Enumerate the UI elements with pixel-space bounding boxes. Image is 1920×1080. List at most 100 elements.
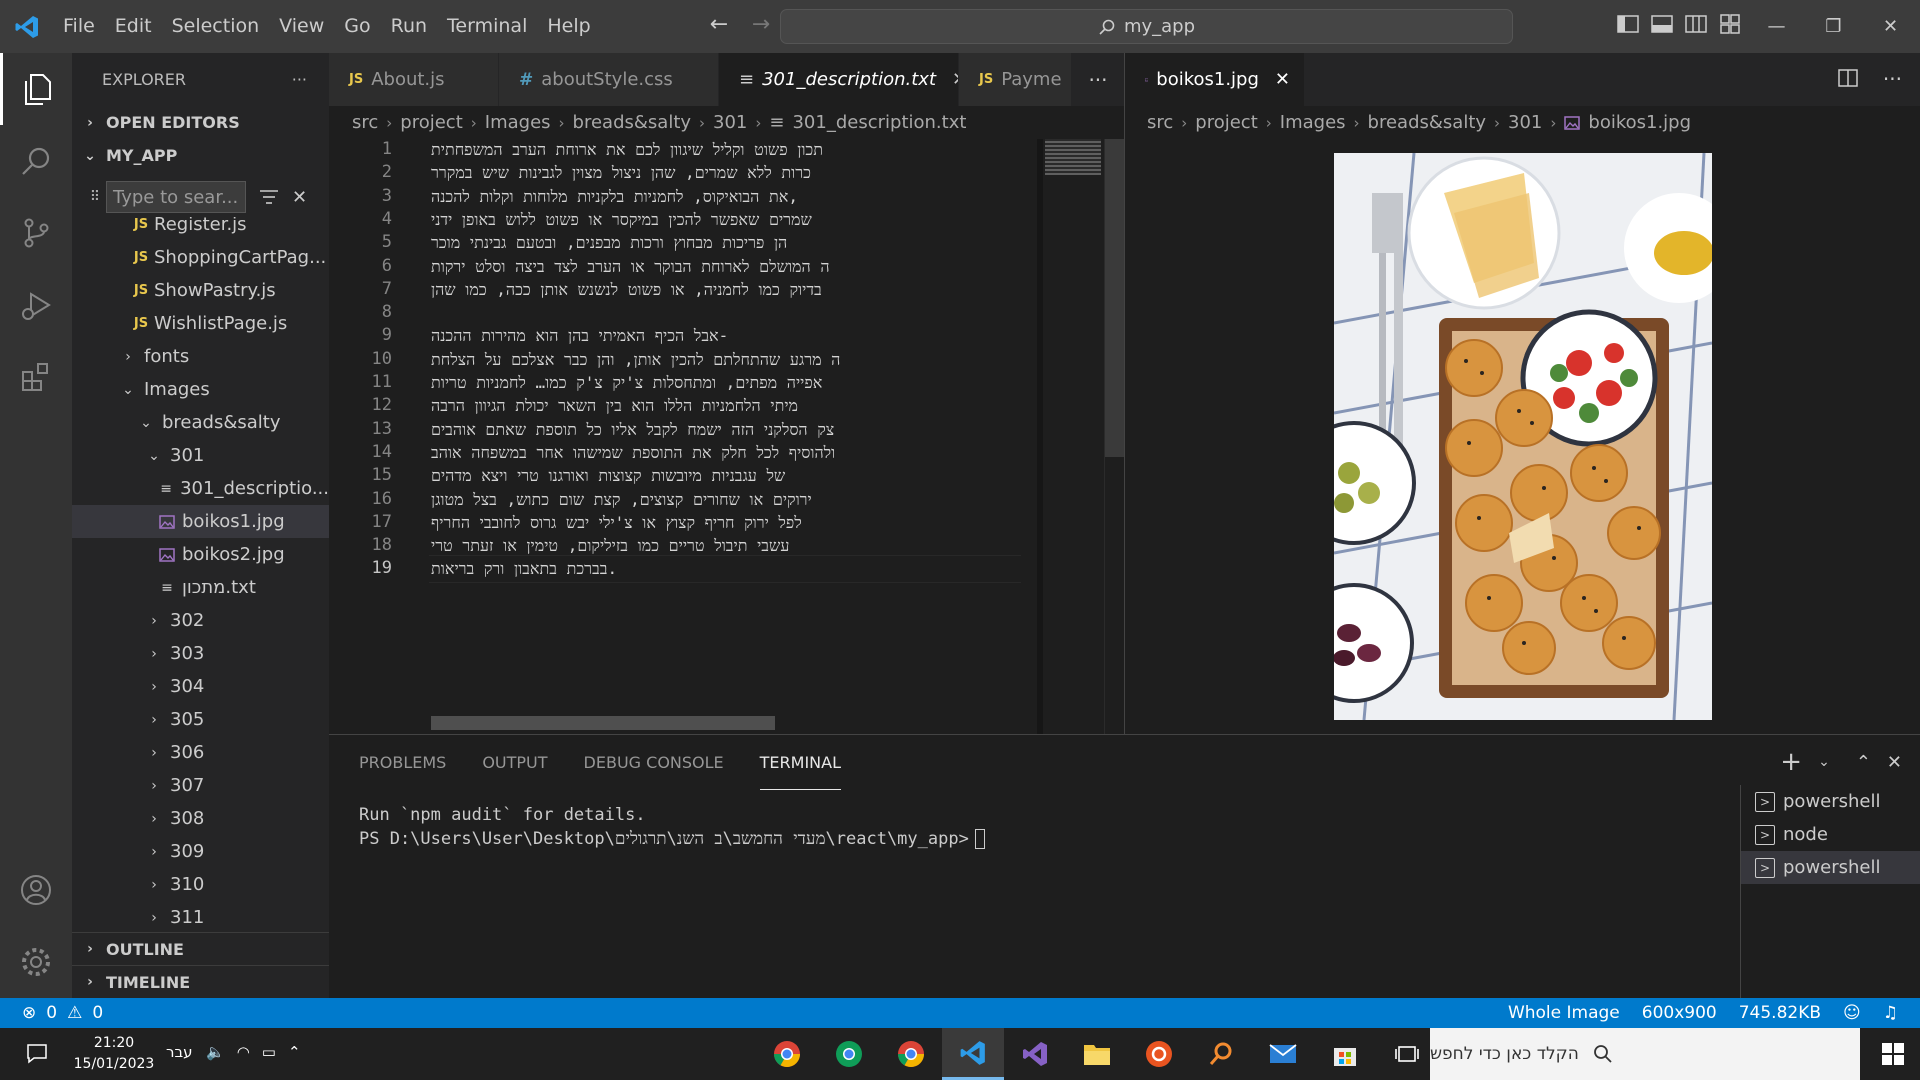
extensions-icon[interactable] — [0, 341, 72, 413]
tree-folder-302[interactable]: › 302 — [72, 604, 329, 637]
search-activity-icon[interactable] — [0, 125, 72, 197]
breadcrumb-item[interactable]: project — [400, 112, 462, 133]
timeline-section[interactable]: › TIMELINE — [72, 965, 329, 998]
tab-301-description[interactable]: ≡ 301_description.txt ✕ — [719, 53, 959, 106]
tab-about-js[interactable]: JS About.js — [329, 53, 499, 106]
breadcrumb-item[interactable]: 301 — [1508, 112, 1542, 133]
close-tab-icon[interactable]: ✕ — [952, 69, 958, 90]
settings-gear-icon[interactable] — [0, 926, 72, 998]
tree-file-boikos2[interactable]: boikos2.jpg — [72, 538, 329, 571]
breadcrumb-item[interactable]: breads&salty — [1368, 112, 1487, 133]
tree-file-301-description[interactable]: ≡ 301_descriptio... — [72, 472, 329, 505]
command-center-search[interactable]: my_app — [780, 9, 1513, 44]
notifications-bell-icon[interactable]: ♫ — [1883, 1003, 1898, 1023]
clock[interactable]: 21:20 15/01/2023 — [72, 1033, 156, 1075]
show-hidden-icons-icon[interactable]: ⌃ — [288, 1043, 301, 1061]
filter-options-icon[interactable] — [252, 186, 286, 208]
menu-terminal[interactable]: Terminal — [437, 0, 537, 53]
maximize-panel-icon[interactable]: ⌃ — [1856, 752, 1871, 773]
tree-folder-fonts[interactable]: › fonts — [72, 340, 329, 373]
windows-start-icon[interactable] — [1866, 1028, 1920, 1080]
tree-file-boikos1[interactable]: boikos1.jpg — [72, 505, 329, 538]
zoom-mode[interactable]: Whole Image — [1508, 1003, 1620, 1023]
tree-folder-306[interactable]: › 306 — [72, 736, 329, 769]
battery-icon[interactable]: ▭ — [262, 1043, 276, 1061]
file-explorer-app-icon[interactable] — [1066, 1028, 1128, 1080]
tree-folder-305[interactable]: › 305 — [72, 703, 329, 736]
breadcrumb-item[interactable]: 301_description.txt — [792, 112, 966, 133]
breadcrumb-item[interactable]: 301 — [713, 112, 747, 133]
filter-input[interactable]: Type to sear... — [106, 181, 246, 213]
close-filter-icon[interactable]: ✕ — [292, 187, 307, 208]
tab-payment[interactable]: JS Payme — [959, 53, 1072, 106]
chrome-app-icon[interactable] — [756, 1028, 818, 1080]
tab-boikos1-jpg[interactable]: boikos1.jpg ✕ — [1125, 53, 1305, 106]
tree-folder-310[interactable]: › 310 — [72, 868, 329, 901]
source-control-icon[interactable] — [0, 197, 72, 269]
split-editor-icon[interactable] — [1837, 67, 1859, 89]
editor-more-icon[interactable]: ··· — [1883, 67, 1902, 91]
tab-debug-console[interactable]: DEBUG CONSOLE — [584, 735, 724, 790]
menu-help[interactable]: Help — [537, 0, 600, 53]
visual-studio-app-icon[interactable] — [1004, 1028, 1066, 1080]
breadcrumb-item[interactable]: breads&salty — [573, 112, 692, 133]
terminal-instance[interactable]: > node — [1741, 818, 1920, 851]
project-section[interactable]: ⌄ MY_APP — [72, 139, 329, 172]
tree-file-showpastry[interactable]: JS ShowPastry.js — [72, 274, 329, 307]
open-editors-section[interactable]: › OPEN EDITORS — [72, 106, 329, 139]
terminal-prompt[interactable]: PS D:\Users\User\Desktop\מעדי החמשב\ב הש… — [359, 829, 985, 849]
horizontal-scrollbar[interactable] — [431, 716, 775, 730]
store-app-icon[interactable] — [1314, 1028, 1376, 1080]
tab-problems[interactable]: PROBLEMS — [359, 735, 446, 790]
toggle-primary-sidebar-icon[interactable] — [1616, 12, 1640, 36]
notification-center-icon[interactable] — [26, 1042, 48, 1064]
back-arrow-icon[interactable]: ← — [706, 12, 732, 38]
minimize-icon[interactable]: — — [1748, 0, 1805, 53]
breadcrumb-item[interactable]: Images — [1280, 112, 1346, 133]
menu-edit[interactable]: Edit — [105, 0, 162, 53]
tree-folder-307[interactable]: › 307 — [72, 769, 329, 802]
image-preview[interactable] — [1334, 153, 1712, 720]
search-app-icon[interactable] — [1190, 1028, 1252, 1080]
tab-terminal[interactable]: TERMINAL — [759, 735, 842, 790]
more-tabs-icon[interactable]: ··· — [1072, 53, 1124, 106]
forward-arrow-icon[interactable]: → — [748, 12, 774, 38]
tree-folder-images[interactable]: ⌄ Images — [72, 373, 329, 406]
close-tab-icon[interactable]: ✕ — [1275, 69, 1290, 90]
close-panel-icon[interactable]: ✕ — [1887, 752, 1902, 773]
breadcrumb-item[interactable]: project — [1195, 112, 1257, 133]
terminal-instance[interactable]: > powershell — [1741, 785, 1920, 818]
terminal-instance[interactable]: > powershell — [1741, 851, 1920, 884]
editor-group-divider[interactable] — [1124, 53, 1125, 734]
explorer-icon[interactable] — [0, 53, 72, 125]
toggle-secondary-sidebar-icon[interactable] — [1684, 12, 1708, 36]
tree-file-recipe[interactable]: ≡ מתכון.txt — [72, 571, 329, 604]
task-view-icon[interactable] — [1376, 1028, 1438, 1080]
close-window-icon[interactable]: ✕ — [1862, 0, 1919, 53]
mail-app-icon[interactable] — [1252, 1028, 1314, 1080]
new-terminal-icon[interactable]: + — [1780, 747, 1802, 777]
breadcrumb-item[interactable]: src — [352, 112, 378, 133]
tree-folder-309[interactable]: › 309 — [72, 835, 329, 868]
menu-go[interactable]: Go — [334, 0, 380, 53]
run-debug-icon[interactable] — [0, 269, 72, 341]
tab-output[interactable]: OUTPUT — [482, 735, 547, 790]
restore-icon[interactable]: ❐ — [1805, 0, 1862, 53]
customize-layout-icon[interactable] — [1718, 12, 1742, 36]
feedback-icon[interactable]: ☺ — [1843, 1003, 1861, 1023]
toggle-panel-icon[interactable] — [1650, 12, 1674, 36]
input-language[interactable]: עבר — [166, 1043, 193, 1061]
vscode-app-icon[interactable] — [942, 1028, 1004, 1080]
terminal-dropdown-icon[interactable]: ⌄ — [1818, 754, 1830, 770]
menu-view[interactable]: View — [269, 0, 334, 53]
chrome-profile-app-icon[interactable] — [818, 1028, 880, 1080]
volume-icon[interactable]: 🔈 — [206, 1043, 225, 1061]
problems-indicator[interactable]: ⊗ 0 ⚠ 0 — [22, 1003, 103, 1023]
minimap[interactable] — [1037, 139, 1104, 734]
tree-folder-311[interactable]: › 311 — [72, 901, 329, 934]
tab-about-style-css[interactable]: # aboutStyle.css — [499, 53, 719, 106]
taskbar-search-box[interactable]: הקלד כאן כדי לחפש — [1430, 1028, 1860, 1080]
explorer-more-icon[interactable]: ··· — [292, 70, 307, 89]
accounts-icon[interactable] — [0, 854, 72, 926]
vertical-scrollbar-thumb[interactable] — [1105, 139, 1124, 457]
